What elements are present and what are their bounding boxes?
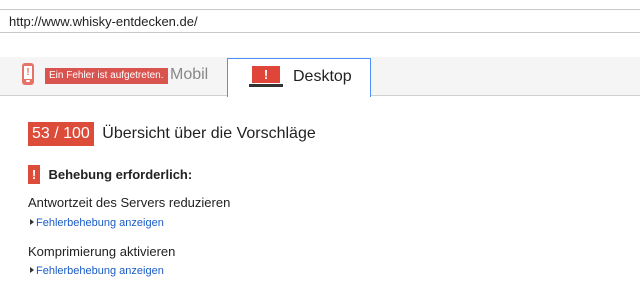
rule-title: Komprimierung aktivieren xyxy=(28,244,176,259)
tab-mobil[interactable]: ! Ein Fehler ist aufgetreten. Mobil xyxy=(18,60,218,92)
error-badge: Ein Fehler ist aufgetreten. xyxy=(45,68,168,84)
rule-title: Antwortzeit des Servers reduzieren xyxy=(28,195,231,210)
phone-error-glyph: ! xyxy=(24,66,32,79)
tab-mobil-label: Mobil xyxy=(170,66,209,83)
phone-icon: ! xyxy=(22,63,34,85)
expand-triangle-icon xyxy=(30,219,34,225)
score-badge: 53 / 100 xyxy=(28,122,94,146)
show-fix-link-label: Fehlerbehebung anzeigen xyxy=(36,217,164,229)
score-row: 53 / 100 Übersicht über die Vorschläge xyxy=(28,122,316,146)
score-title: Übersicht über die Vorschläge xyxy=(102,125,316,142)
monitor-error-glyph: ! xyxy=(252,66,280,83)
show-fix-link[interactable]: Fehlerbehebung anzeigen xyxy=(30,217,164,229)
url-input[interactable]: http://www.whisky-entdecken.de/ xyxy=(9,14,198,29)
show-fix-link-label: Fehlerbehebung anzeigen xyxy=(36,265,164,277)
fix-required-header: ! Behebung erforderlich: xyxy=(28,165,192,185)
monitor-icon: ! xyxy=(249,66,283,88)
tab-desktop-label: Desktop xyxy=(293,68,352,85)
url-bar[interactable]: http://www.whisky-entdecken.de/ xyxy=(0,9,640,33)
expand-triangle-icon xyxy=(30,267,34,273)
warning-icon: ! xyxy=(28,165,40,184)
tab-desktop[interactable]: ! Desktop xyxy=(227,58,371,97)
fix-required-label: Behebung erforderlich: xyxy=(48,167,193,182)
show-fix-link[interactable]: Fehlerbehebung anzeigen xyxy=(30,265,164,277)
